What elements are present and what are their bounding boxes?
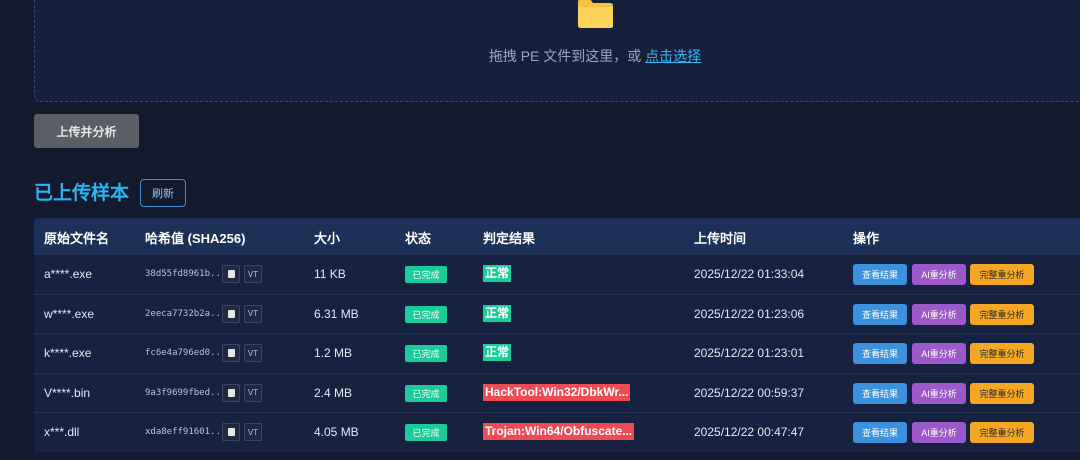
clipboard-icon (227, 388, 235, 397)
file-name: w****.exe (44, 306, 95, 321)
full-reanalyze-button[interactable]: 完整重分析 (970, 422, 1034, 443)
verdict-label: Trojan:Win64/Obfuscate... (483, 423, 635, 440)
section-title: 已上传样本 (34, 183, 130, 204)
file-hash[interactable]: fc6e4a796ed0... (145, 348, 226, 358)
header-status: 状态 (405, 231, 432, 246)
file-size: 1.2 MB (314, 346, 353, 360)
full-reanalyze-button[interactable]: 完整重分析 (970, 264, 1034, 285)
view-result-button[interactable]: 查看结果 (853, 422, 907, 443)
ai-reanalyze-button[interactable]: AI重分析 (912, 303, 966, 325)
header-size: 大小 (314, 231, 341, 246)
ai-reanalyze-button[interactable]: AI重分析 (912, 382, 966, 404)
file-hash[interactable]: 9a3f9699fbed... (145, 388, 226, 398)
file-name: V****.bin (44, 385, 91, 400)
view-result-button[interactable]: 查看结果 (853, 303, 907, 325)
verdict-label: HackTool:Win32/DbkWr... (483, 383, 631, 401)
file-hash[interactable]: 38d55fd8961b... (145, 269, 226, 279)
status-badge: 已完成 (405, 384, 447, 402)
upload-time: 2025/12/22 01:33:04 (694, 267, 805, 281)
header-hash: 哈希值 (SHA256) (145, 231, 246, 246)
upload-time: 2025/12/22 01:23:06 (694, 306, 805, 321)
virustotal-button[interactable]: VT (244, 423, 262, 441)
full-reanalyze-button[interactable]: 完整重分析 (970, 343, 1034, 364)
upload-time: 2025/12/22 01:23:01 (694, 346, 805, 360)
ai-reanalyze-button[interactable]: AI重分析 (912, 422, 966, 443)
full-reanalyze-button[interactable]: 完整重分析 (970, 303, 1034, 325)
copy-hash-button[interactable] (222, 344, 240, 362)
samples-table: 原始文件名 哈希值 (SHA256) 大小 状态 判定结果 上传时间 操作 a*… (34, 218, 1080, 452)
folder-icon (578, 0, 613, 28)
clipboard-icon (227, 349, 235, 357)
table-row: w****.exe 2eeca7732b2a... VT 6.31 MB 已完成… (34, 293, 1080, 334)
clipboard-icon (227, 428, 235, 436)
upload-time: 2025/12/22 00:47:47 (694, 425, 805, 439)
header-verdict: 判定结果 (483, 231, 536, 246)
table-row: a****.exe 38d55fd8961b... VT 11 KB 已完成 正… (34, 254, 1080, 294)
dropzone-hint: 拖拽 PE 文件到这里，或 点击选择 (35, 46, 1080, 66)
table-header: 原始文件名 哈希值 (SHA256) 大小 状态 判定结果 上传时间 操作 (34, 218, 1080, 254)
virustotal-button[interactable]: VT (244, 383, 262, 402)
verdict-label: 正常 (483, 304, 512, 322)
table-row: x***.dll xda8eff91601... VT 4.05 MB 已完成 … (34, 412, 1080, 452)
table-row: k****.exe fc6e4a796ed0... VT 1.2 MB 已完成 … (34, 333, 1080, 373)
verdict-label: 正常 (483, 344, 512, 361)
refresh-button[interactable]: 刷新 (140, 179, 186, 207)
virustotal-button[interactable]: VT (244, 344, 262, 362)
header-actions: 操作 (853, 231, 880, 246)
file-hash[interactable]: xda8eff91601... (145, 427, 226, 437)
file-size: 6.31 MB (314, 306, 359, 321)
table-body: a****.exe 38d55fd8961b... VT 11 KB 已完成 正… (34, 254, 1080, 452)
file-name: k****.exe (44, 346, 92, 360)
status-badge: 已完成 (405, 345, 447, 362)
table-row: V****.bin 9a3f9699fbed... VT 2.4 MB 已完成 … (34, 372, 1080, 413)
virustotal-button[interactable]: VT (244, 265, 262, 283)
clipboard-icon (227, 309, 235, 318)
ai-reanalyze-button[interactable]: AI重分析 (912, 264, 966, 285)
header-upload-time: 上传时间 (694, 231, 747, 246)
verdict-label: 正常 (483, 265, 512, 282)
full-reanalyze-button[interactable]: 完整重分析 (970, 382, 1034, 404)
upload-analyze-button[interactable]: 上传并分析 (34, 114, 139, 148)
view-result-button[interactable]: 查看结果 (853, 382, 907, 404)
file-size: 11 KB (314, 267, 346, 281)
file-dropzone[interactable]: 拖拽 PE 文件到这里，或 点击选择 (34, 0, 1080, 102)
view-result-button[interactable]: 查看结果 (853, 343, 907, 364)
ai-reanalyze-button[interactable]: AI重分析 (912, 343, 966, 364)
clipboard-icon (227, 270, 235, 278)
copy-hash-button[interactable] (222, 423, 240, 441)
status-badge: 已完成 (405, 305, 447, 323)
upload-time: 2025/12/22 00:59:37 (694, 385, 805, 400)
file-size: 2.4 MB (314, 385, 353, 400)
file-name: a****.exe (44, 267, 93, 281)
status-badge: 已完成 (405, 266, 447, 283)
view-result-button[interactable]: 查看结果 (853, 264, 907, 285)
copy-hash-button[interactable] (222, 383, 240, 402)
file-size: 4.05 MB (314, 425, 359, 439)
dropzone-text: 拖拽 PE 文件到这里，或 (488, 48, 646, 64)
copy-hash-button[interactable] (222, 265, 240, 283)
file-name: x***.dll (44, 425, 80, 439)
copy-hash-button[interactable] (222, 304, 240, 323)
header-filename: 原始文件名 (44, 231, 110, 246)
virustotal-button[interactable]: VT (244, 304, 262, 323)
file-hash[interactable]: 2eeca7732b2a... (145, 309, 226, 319)
select-file-link[interactable]: 点击选择 (645, 48, 701, 64)
status-badge: 已完成 (405, 424, 447, 441)
